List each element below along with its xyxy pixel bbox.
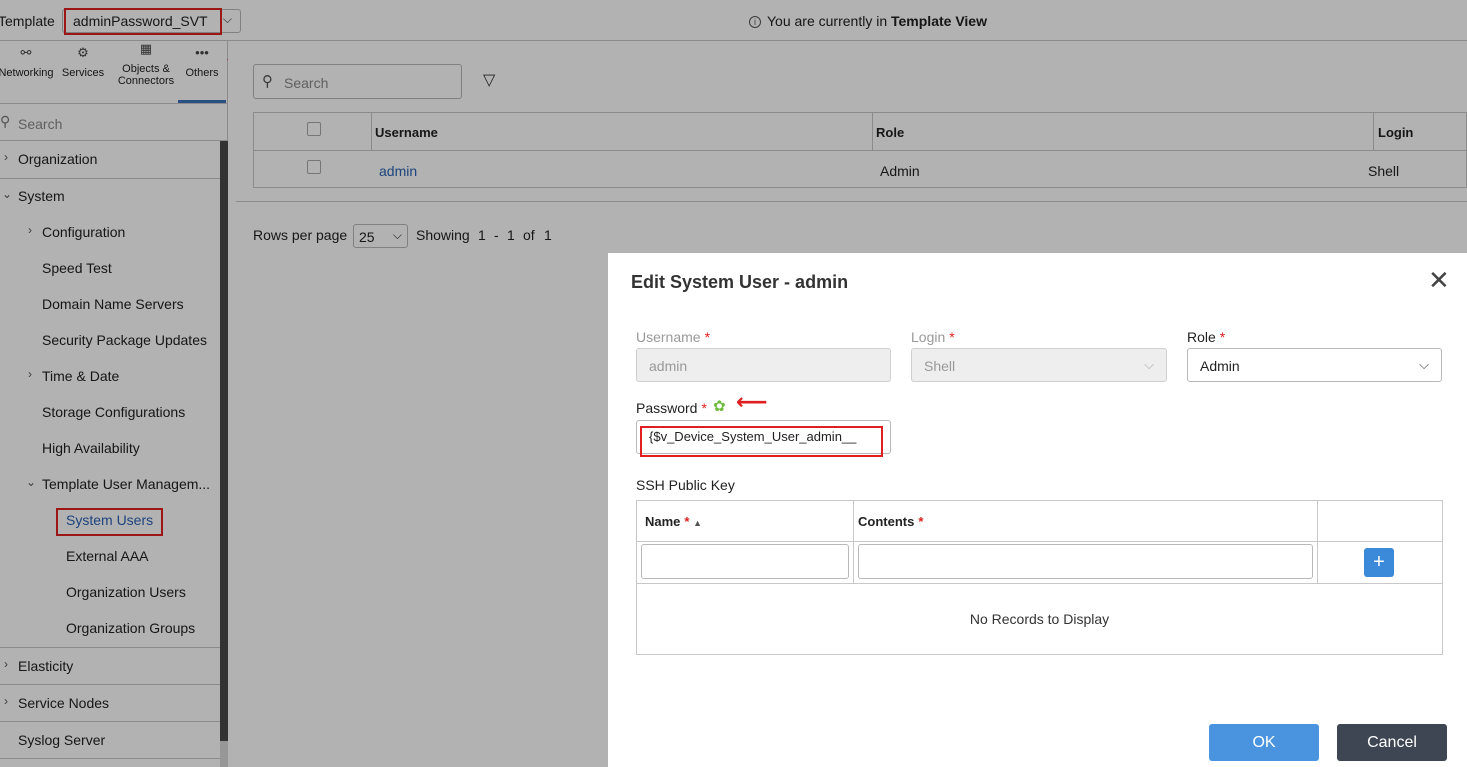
chevron-down-icon: ⌵ xyxy=(1144,357,1154,372)
close-icon[interactable]: ✕ xyxy=(1428,267,1450,293)
column-header-contents-text: Contents xyxy=(858,514,915,529)
required-icon: * xyxy=(701,400,707,416)
annotation-arrow-icon: ⟵ xyxy=(736,389,768,414)
ssh-input-row: + xyxy=(637,542,1442,584)
edit-system-user-dialog: Edit System User - admin ✕ Username * adm… xyxy=(608,253,1467,767)
ssh-name-input[interactable] xyxy=(641,544,849,579)
required-icon: * xyxy=(704,329,711,345)
login-select: Shell ⌵ xyxy=(911,348,1167,382)
column-header-name[interactable]: Name * ▲ xyxy=(645,514,702,529)
ssh-key-table: Name * ▲ Contents * + No Records to Displa… xyxy=(636,500,1443,655)
login-label-text: Login xyxy=(911,329,946,345)
ssh-contents-input[interactable] xyxy=(858,544,1313,579)
username-field: admin xyxy=(636,348,891,382)
username-label-text: Username xyxy=(636,329,701,345)
required-icon: * xyxy=(684,514,690,529)
ssh-public-key-label: SSH Public Key xyxy=(636,477,735,493)
column-header-name-text: Name xyxy=(645,514,681,529)
password-label: Password * xyxy=(636,400,707,416)
sort-icon: ▲ xyxy=(693,518,703,528)
column-header-contents: Contents * xyxy=(858,514,923,529)
ok-button[interactable]: OK xyxy=(1209,724,1319,761)
role-label: Role * xyxy=(1187,329,1225,345)
username-value: admin xyxy=(649,358,688,374)
cancel-button[interactable]: Cancel xyxy=(1337,724,1447,761)
no-records-message: No Records to Display xyxy=(969,611,1110,627)
add-ssh-key-button[interactable]: + xyxy=(1364,548,1394,577)
login-value: Shell xyxy=(924,358,956,374)
table-header xyxy=(637,501,1442,542)
role-label-text: Role xyxy=(1187,329,1216,345)
dialog-title: Edit System User - admin xyxy=(631,272,849,292)
login-label: Login * xyxy=(911,329,955,345)
role-select[interactable]: Admin ⌵ xyxy=(1187,348,1442,382)
required-icon: * xyxy=(918,514,924,529)
password-highlight-box xyxy=(640,426,883,457)
username-label: Username * xyxy=(636,329,710,345)
chevron-down-icon: ⌵ xyxy=(1419,357,1429,372)
required-icon: * xyxy=(1219,329,1226,345)
gear-icon[interactable]: ✿ xyxy=(713,397,726,415)
required-icon: * xyxy=(949,329,955,345)
password-label-text: Password xyxy=(636,400,698,416)
role-value: Admin xyxy=(1200,358,1240,374)
